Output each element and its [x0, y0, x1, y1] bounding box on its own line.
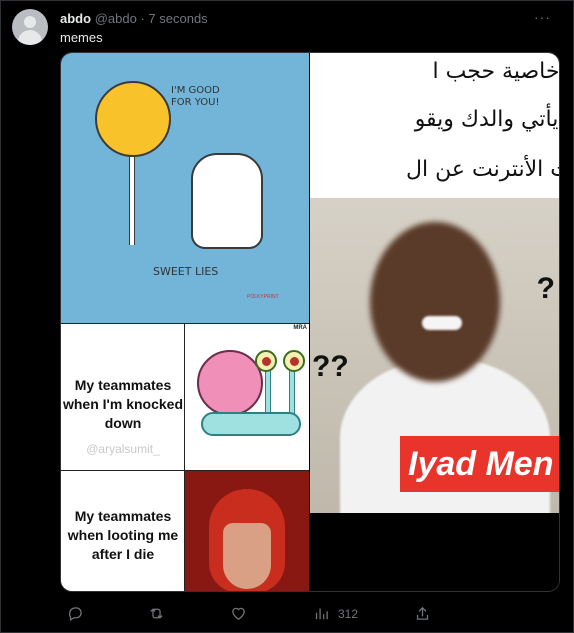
views-icon	[315, 608, 328, 620]
media-empty-area	[310, 513, 559, 591]
meme-image-left[interactable]: I'M GOOD FOR YOU! SWEET LIES POLKYPRINT …	[61, 53, 309, 591]
comic-credit: POLKYPRINT	[247, 294, 279, 300]
retweet-icon	[150, 608, 163, 619]
teammates-panel-1: My teammates when I'm knocked down @arya…	[61, 324, 185, 471]
snail-eye-left	[255, 350, 277, 372]
tweet-header: abdo @abdo · 7 seconds	[60, 11, 208, 26]
avatar-placeholder-head	[24, 16, 36, 28]
smile	[422, 316, 462, 330]
retweet-button[interactable]	[148, 605, 165, 622]
author-name[interactable]: abdo	[60, 11, 91, 26]
flash-image	[185, 471, 309, 591]
confused-man-photo: ? ?? Iyad Men	[310, 198, 559, 513]
flash-face	[223, 523, 271, 589]
more-options-icon[interactable]: ···	[534, 9, 551, 25]
snail-image: MRA	[185, 324, 309, 471]
question-mark-big: ??	[312, 350, 349, 383]
heart-icon	[232, 607, 245, 620]
avatar[interactable]	[12, 9, 48, 45]
tweet-media[interactable]: I'M GOOD FOR YOU! SWEET LIES POLKYPRINT …	[60, 52, 560, 592]
author-handle[interactable]: @abdo	[95, 11, 137, 26]
share-icon	[416, 606, 429, 620]
arabic-line-2: ية ثم يأتي والدك ويقو	[414, 107, 559, 132]
corner-mark: MRA	[293, 325, 307, 331]
panel-2-caption: My teammates when looting me after I die	[67, 508, 179, 562]
reply-icon	[69, 607, 82, 622]
blurred-face	[370, 222, 500, 382]
tweet-text: memes	[60, 30, 103, 45]
arabic-line-3: توقفت الأنترنت عن ال	[406, 157, 559, 182]
share-button[interactable]	[414, 605, 431, 622]
lollipop-tooth-comic: I'M GOOD FOR YOU! SWEET LIES POLKYPRINT	[61, 53, 309, 323]
comic-caption: SWEET LIES	[153, 265, 219, 278]
panel-1-watermark: @aryalsumit_	[86, 442, 160, 456]
lollipop-candy	[95, 81, 171, 157]
lollipop-stick	[129, 157, 135, 245]
panel-1-caption: My teammates when I'm knocked down	[62, 377, 184, 431]
arabic-line-1: تفعل خاصية حجب ا	[432, 59, 560, 84]
snail-shell	[197, 350, 263, 416]
like-button[interactable]	[230, 605, 247, 622]
speech-text: I'M GOOD FOR YOU!	[171, 85, 220, 108]
tweet[interactable]: abdo @abdo · 7 seconds ··· memes I'M GOO…	[0, 0, 574, 633]
snail-body	[201, 412, 301, 436]
tooth-character	[191, 153, 263, 249]
tweet-actions: 312	[1, 605, 574, 627]
views-count: 312	[338, 606, 359, 621]
timestamp[interactable]: 7 seconds	[148, 11, 207, 26]
meme-image-right[interactable]: تفعل خاصية حجب ا ية ثم يأتي والدك ويقو ت…	[310, 53, 560, 513]
views-button[interactable]: 312	[313, 605, 358, 622]
teammates-panel-2: My teammates when looting me after I die	[61, 471, 185, 591]
question-mark-small: ?	[536, 272, 555, 305]
separator-dot: ·	[140, 11, 145, 26]
watermark-banner: Iyad Men	[400, 436, 559, 492]
avatar-placeholder-body	[18, 30, 42, 45]
reply-button[interactable]	[67, 605, 84, 622]
snail-eye-right	[283, 350, 305, 372]
teammates-meme-grid: My teammates when I'm knocked down @arya…	[61, 323, 309, 591]
